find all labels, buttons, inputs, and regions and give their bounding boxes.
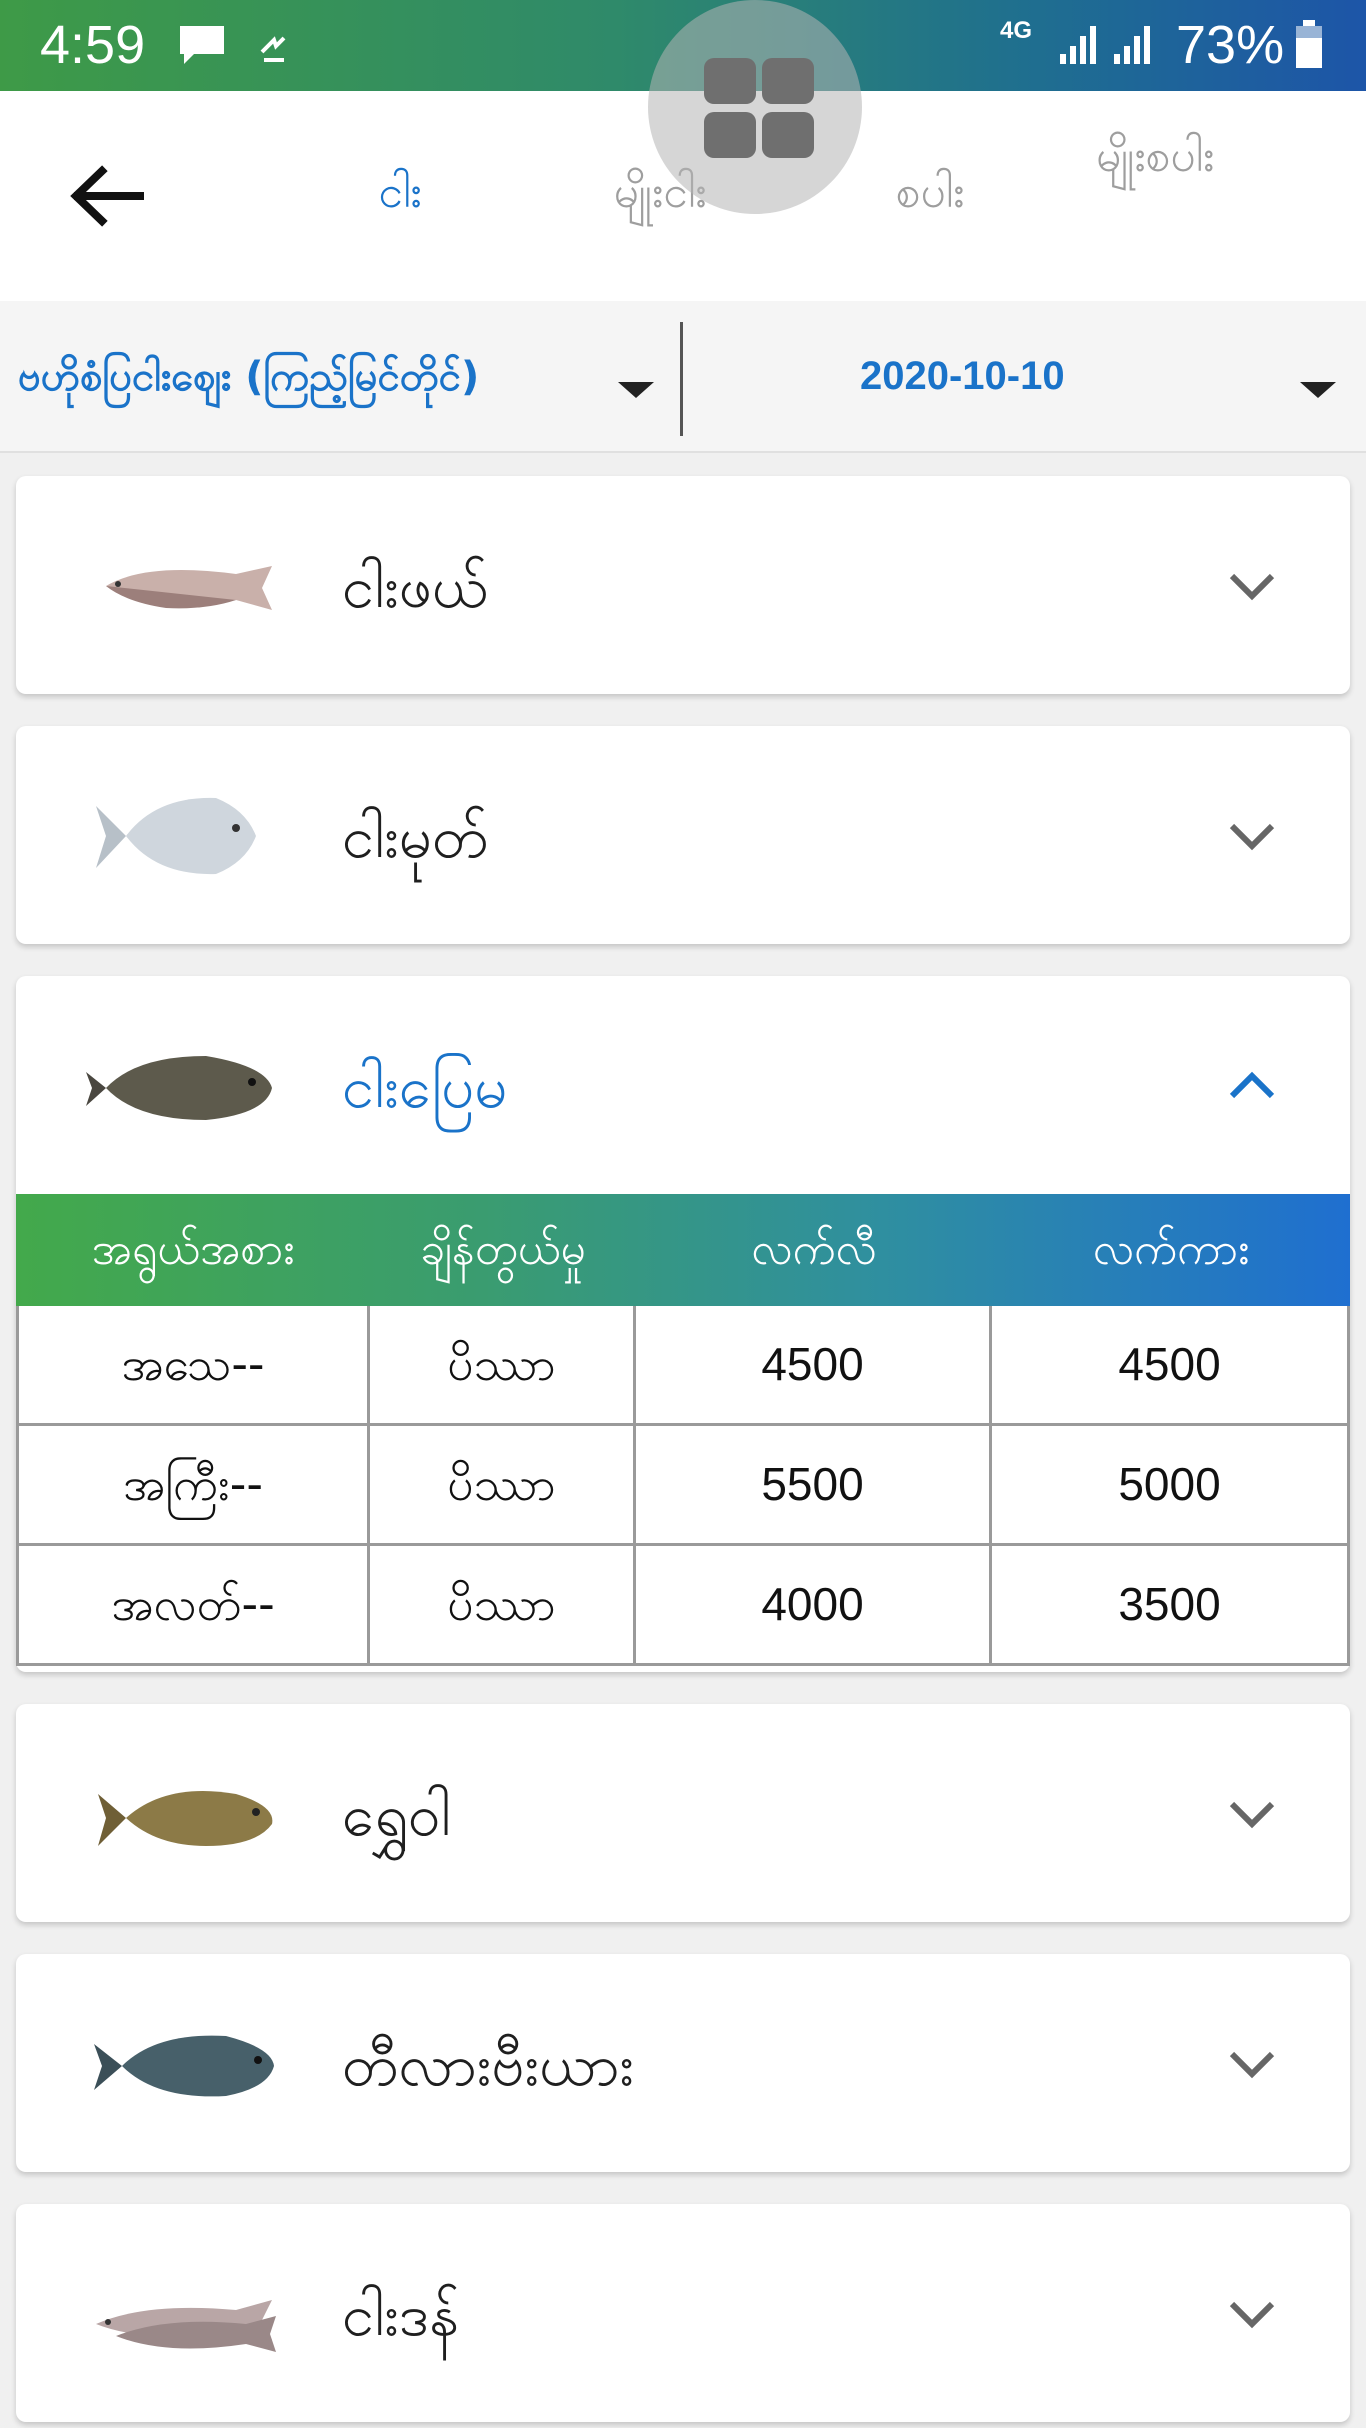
chevron-up-icon[interactable] [1220, 1054, 1284, 1118]
battery-level: 73% [1176, 15, 1285, 75]
chevron-down-icon[interactable] [1220, 1782, 1284, 1846]
signal-icon [1060, 26, 1096, 64]
retail-price-cell: 5500 [636, 1426, 992, 1543]
size-cell: အလတ်-- [16, 1546, 370, 1663]
unit-cell: ပိဿာ [370, 1306, 636, 1423]
fish-card[interactable]: ရွှေဝါ [16, 1704, 1350, 1922]
fish-icon [94, 2035, 274, 2097]
col-size-header: အရွယ်အစား [91, 1224, 295, 1275]
signal-icon [1114, 26, 1150, 64]
size-cell: အကြီး-- [16, 1426, 370, 1543]
table-row: အသေ-- ပိဿာ 4500 4500 [16, 1306, 1350, 1426]
chevron-down-icon[interactable] [1300, 382, 1336, 398]
table-header: အရွယ်အစား ချိန်တွယ်မှု လက်လီ လက်ကား [16, 1194, 1350, 1306]
sync-icon [260, 36, 286, 62]
tab-paddy-seed[interactable]: မျိုးစပါး [1096, 127, 1214, 187]
date-dropdown[interactable]: 2020-10-10 [860, 348, 1065, 404]
fish-card[interactable]: တီလားဗီးယား [16, 1954, 1350, 2172]
battery-icon [1296, 20, 1322, 68]
fish-name: ရွှေဝါ [342, 1781, 451, 1849]
retail-price-cell: 4000 [636, 1546, 992, 1663]
market-dropdown[interactable]: ဗဟိုစံပြငါးဈေး (ကြည့်မြင်တိုင်) [18, 349, 479, 405]
price-table: အရွယ်အစား ချိန်တွယ်မှု လက်လီ လက်ကား အသေ-… [16, 1194, 1350, 1666]
fish-name: ငါးဒန် [342, 2281, 460, 2349]
network-type: 4G [1000, 17, 1033, 44]
back-arrow-icon[interactable] [62, 151, 152, 241]
fish-icon [96, 797, 256, 875]
fish-name: ငါးမုတ် [342, 803, 489, 871]
chevron-down-icon[interactable] [1220, 2032, 1284, 2096]
fish-icon [86, 1056, 272, 1120]
wholesale-price-cell: 3500 [992, 1546, 1350, 1663]
fish-icon [98, 1791, 273, 1846]
unit-cell: ပိဿာ [370, 1426, 636, 1543]
status-time: 4:59 [40, 15, 146, 75]
table-row: အလတ်-- ပိဿာ 4000 3500 [16, 1546, 1350, 1666]
chevron-down-icon[interactable] [1220, 804, 1284, 868]
chevron-down-icon[interactable] [1220, 2282, 1284, 2346]
wholesale-price-cell: 5000 [992, 1426, 1350, 1543]
size-cell: အသေ-- [16, 1306, 370, 1423]
fish-icon [96, 2300, 276, 2352]
unit-cell: ပိဿာ [370, 1546, 636, 1663]
retail-price-cell: 4500 [636, 1306, 992, 1423]
chevron-down-icon[interactable] [618, 382, 654, 398]
chevron-down-icon[interactable] [1220, 554, 1284, 618]
tab-paddy[interactable]: စပါး [860, 163, 1000, 223]
col-unit-header: ချိန်တွယ်မှု [420, 1224, 586, 1275]
grid-menu-icon[interactable] [648, 0, 862, 214]
col-retail-header: လက်လီ [751, 1224, 877, 1275]
wholesale-price-cell: 4500 [992, 1306, 1350, 1423]
fish-card[interactable]: ငါးဒန် [16, 2204, 1350, 2422]
table-row: အကြီး-- ပိဿာ 5500 5000 [16, 1426, 1350, 1546]
col-wholesale-header: လက်ကား [1092, 1224, 1250, 1275]
divider [680, 322, 683, 436]
fish-name: ငါးပြေမ [342, 1053, 508, 1121]
fish-card-expanded[interactable]: ငါးပြေမ အရွယ်အစား ချိန်တွယ်မှု လက်လီ လက်… [16, 976, 1350, 1672]
filter-bar: ဗဟိုစံပြငါးဈေး (ကြည့်မြင်တိုင်) [0, 301, 1366, 453]
fish-card[interactable]: ငါးဖယ် [16, 476, 1350, 694]
fish-name: တီလားဗီးယား [342, 2031, 635, 2099]
tab-fish[interactable]: ငါး [330, 163, 470, 223]
fish-icon [106, 566, 272, 610]
message-icon [180, 26, 224, 64]
fish-card[interactable]: ငါးမုတ် [16, 726, 1350, 944]
fish-name: ငါးဖယ် [342, 553, 489, 621]
